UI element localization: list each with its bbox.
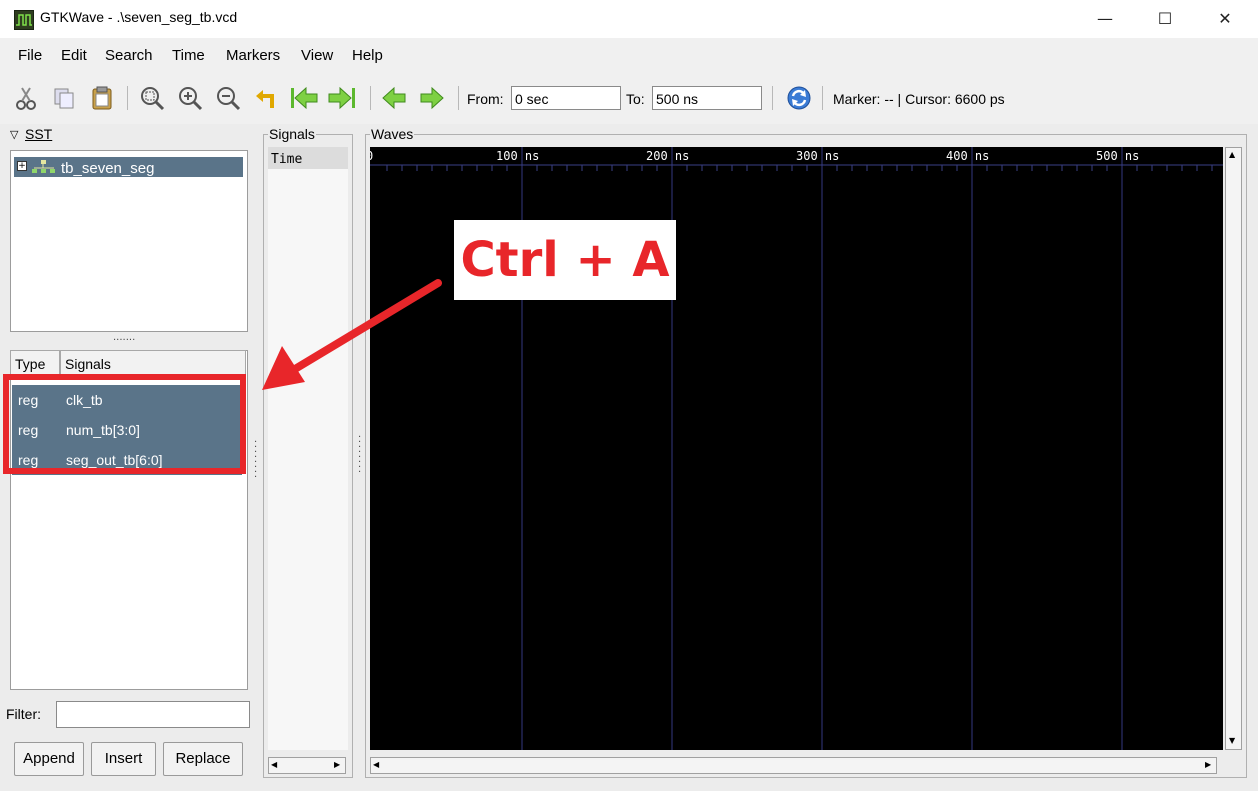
annotation-arrow xyxy=(262,279,442,390)
